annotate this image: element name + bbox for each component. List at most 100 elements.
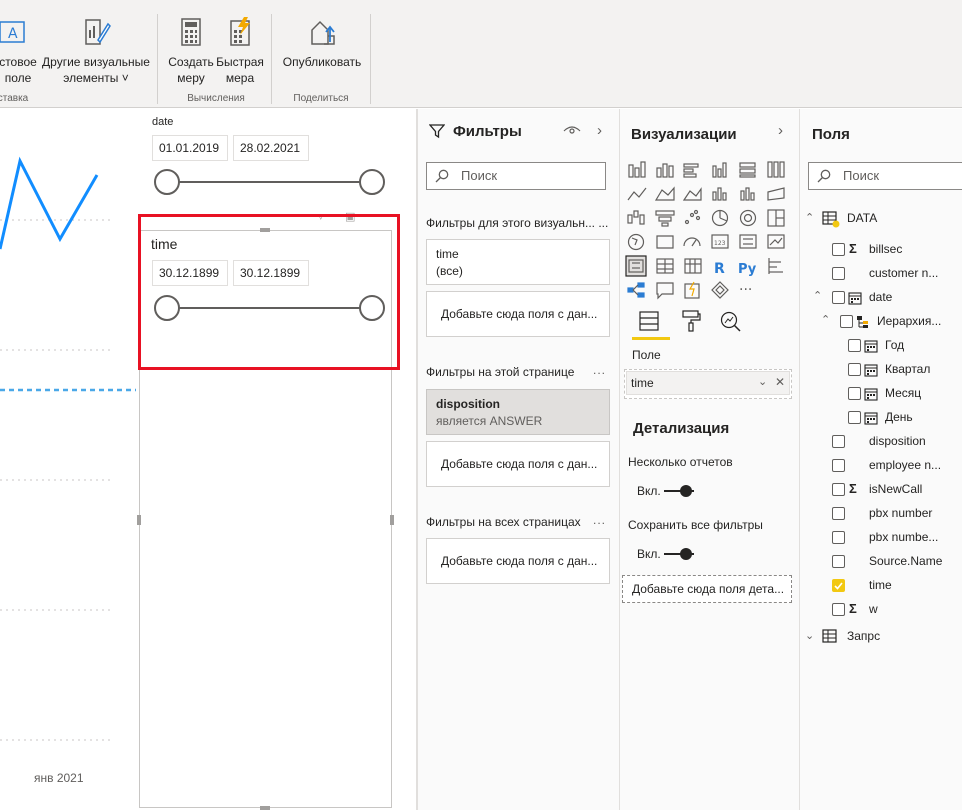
treemap-icon[interactable] <box>767 209 785 227</box>
expand-data-icon[interactable]: ⌃ <box>805 211 814 224</box>
page-filters-more-icon[interactable]: ... <box>593 363 606 377</box>
field-name[interactable]: billsec <box>869 242 902 256</box>
field-checkbox[interactable] <box>832 603 845 616</box>
visual-add-field-well[interactable]: Добавьте сюда поля с дан... <box>426 291 610 337</box>
kpi-icon[interactable] <box>767 234 785 249</box>
field-name[interactable]: w <box>869 602 878 616</box>
field-checkbox[interactable] <box>832 243 845 256</box>
100-column-icon[interactable] <box>767 161 785 178</box>
100-bar-icon[interactable] <box>739 162 756 178</box>
publish-button[interactable]: Опубликовать <box>280 16 364 70</box>
key-influencers-icon[interactable] <box>768 258 783 274</box>
date-end-input[interactable]: 28.02.2021 <box>233 135 309 161</box>
time-filter-card[interactable]: time (все) <box>426 239 610 285</box>
filters-search-input[interactable]: Поиск <box>426 162 606 190</box>
clustered-column-icon[interactable] <box>712 162 727 178</box>
visual-gallery[interactable]: 123 R Py ··· <box>624 160 794 310</box>
field-checkbox[interactable] <box>832 531 845 544</box>
remove-field-icon[interactable]: ✕ <box>775 375 785 389</box>
field-checkbox[interactable] <box>832 267 845 280</box>
area-chart-icon[interactable] <box>654 186 675 201</box>
drillthrough-add-field-well[interactable]: Добавьте сюда поля дета... <box>622 575 792 603</box>
collapse-filters-icon[interactable]: › <box>597 122 602 139</box>
line-chart-icon[interactable] <box>627 187 647 201</box>
field-checkbox[interactable] <box>840 315 853 328</box>
format-paint-roller-icon[interactable] <box>680 309 702 333</box>
field-name[interactable]: disposition <box>869 434 926 448</box>
waterfall-icon[interactable] <box>627 210 645 225</box>
textbox-button[interactable]: A стовое поле <box>0 16 40 86</box>
all-pages-add-field-well[interactable]: Добавьте сюда поля с дан... <box>426 538 610 584</box>
pie-icon[interactable] <box>711 209 729 227</box>
field-name[interactable]: employee n... <box>869 458 941 472</box>
field-name[interactable]: date <box>869 290 892 304</box>
field-name[interactable]: time <box>869 578 892 592</box>
field-checkbox[interactable] <box>832 555 845 568</box>
qna-icon[interactable] <box>656 282 674 300</box>
eye-icon[interactable] <box>563 125 581 137</box>
resize-handle-bottom[interactable] <box>260 806 270 810</box>
stacked-bar-icon[interactable] <box>628 161 646 178</box>
fields-search-input[interactable]: Поиск <box>808 162 962 190</box>
line-chart[interactable] <box>0 109 136 810</box>
field-checkbox[interactable] <box>832 507 845 520</box>
field-name[interactable]: День <box>885 410 913 424</box>
get-more-visuals-icon[interactable]: ··· <box>739 282 752 298</box>
card-icon[interactable]: 123 <box>711 234 729 249</box>
matrix-icon[interactable] <box>684 258 702 274</box>
slicer-icon[interactable] <box>625 255 647 277</box>
date-start-input[interactable]: 01.01.2019 <box>152 135 228 161</box>
new-measure-button[interactable]: Создать меру <box>166 16 216 86</box>
date-slider-end-handle[interactable] <box>359 169 385 195</box>
scatter-icon[interactable] <box>684 209 701 225</box>
resize-handle-left[interactable] <box>137 515 141 525</box>
field-name[interactable]: isNewCall <box>869 482 922 496</box>
line-stacked-column-icon[interactable] <box>712 187 727 201</box>
page-add-field-well[interactable]: Добавьте сюда поля с дан... <box>426 441 610 487</box>
time-slider-start-handle[interactable] <box>154 295 180 321</box>
expand-icon[interactable]: ⌃ <box>813 289 822 302</box>
line-clustered-column-icon[interactable] <box>740 187 755 201</box>
clustered-bar-icon[interactable] <box>683 163 699 178</box>
more-visuals-button[interactable]: Другие визуальные элементы ˅ <box>40 16 152 86</box>
keep-filters-toggle-knob[interactable] <box>680 548 692 560</box>
table-icon[interactable] <box>656 258 674 274</box>
field-name[interactable]: customer n... <box>869 266 938 280</box>
expand-icon[interactable]: ⌃ <box>821 313 830 326</box>
ribbon-chart-icon[interactable] <box>767 187 785 201</box>
donut-icon[interactable] <box>739 209 757 227</box>
chevron-down-icon[interactable]: ⌄ <box>758 375 767 388</box>
stacked-area-icon[interactable] <box>682 187 702 201</box>
field-name[interactable]: Source.Name <box>869 554 942 568</box>
field-name[interactable]: Иерархия... <box>877 314 941 328</box>
collapse-visualizations-icon[interactable]: › <box>778 122 783 139</box>
gauge-icon[interactable] <box>683 237 701 247</box>
field-checkbox[interactable] <box>832 459 845 472</box>
time-slider-end-handle[interactable] <box>359 295 385 321</box>
field-checkbox[interactable] <box>832 291 845 304</box>
date-slider-start-handle[interactable] <box>154 169 180 195</box>
all-pages-filters-more-icon[interactable]: ... <box>593 513 606 527</box>
field-checkbox[interactable] <box>848 387 861 400</box>
field-checkbox[interactable] <box>848 339 861 352</box>
resize-handle-right[interactable] <box>390 515 394 525</box>
fields-tab-icon[interactable] <box>638 310 660 332</box>
quick-measure-button[interactable]: Быстрая мера <box>214 16 266 86</box>
field-checkbox[interactable] <box>832 435 845 448</box>
field-checkbox[interactable] <box>832 483 845 496</box>
field-checkbox[interactable] <box>848 363 861 376</box>
analytics-icon[interactable] <box>719 310 741 332</box>
table-name-data[interactable]: DATA <box>847 211 877 225</box>
smart-narrative-icon[interactable] <box>684 281 700 299</box>
disposition-filter-card[interactable]: disposition является ANSWER <box>426 389 610 435</box>
field-name[interactable]: Квартал <box>885 362 930 376</box>
field-name[interactable]: Месяц <box>885 386 921 400</box>
field-checkbox[interactable] <box>848 411 861 424</box>
table-name-query[interactable]: Запрс <box>847 629 880 643</box>
funnel-chart-icon[interactable] <box>655 210 675 227</box>
field-name[interactable]: pbx number <box>869 506 932 520</box>
field-name[interactable]: Год <box>885 338 904 352</box>
r-visual-icon[interactable]: R <box>714 261 725 277</box>
power-apps-icon[interactable] <box>711 281 729 299</box>
python-visual-icon[interactable]: Py <box>738 262 757 277</box>
